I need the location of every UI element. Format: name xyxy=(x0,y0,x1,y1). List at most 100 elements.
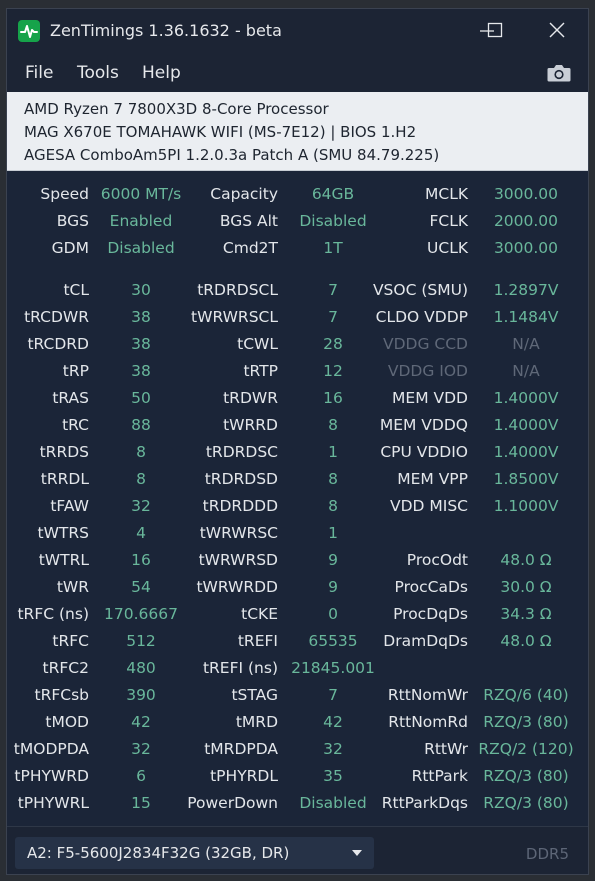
twr-value: 54 xyxy=(131,578,151,596)
trdwr-label: tRDWR xyxy=(223,389,278,407)
tphywrl-label: tPHYWRL xyxy=(17,794,89,812)
window-title: ZenTimings 1.36.1632 - beta xyxy=(50,21,282,40)
trrdl-value: 8 xyxy=(136,470,146,488)
mem-vdd-value: 1.4000V xyxy=(493,389,559,407)
tcl-value: 30 xyxy=(131,281,151,299)
twrwrsd-value: 9 xyxy=(328,551,338,569)
mem-vpp-value: 1.8500V xyxy=(493,470,559,488)
rttnomwr-label: RttNomWr xyxy=(387,686,468,704)
tcwl-label: tCWL xyxy=(237,335,278,353)
cpu-vddio-value: 1.4000V xyxy=(493,443,559,461)
cpu-name: AMD Ryzen 7 7800X3D 8-Core Processor xyxy=(24,100,329,118)
tcke-value: 0 xyxy=(328,605,338,623)
vdd-misc-value: 1.1000V xyxy=(493,497,559,515)
trfc-ns-label: tRFC (ns) xyxy=(17,605,89,623)
tstag-label: tSTAG xyxy=(231,686,278,704)
twrrd-label: tWRRD xyxy=(223,416,278,434)
rttpark-label: RttPark xyxy=(411,767,468,785)
tmodpda-value: 32 xyxy=(131,740,151,758)
twrrd-value: 8 xyxy=(328,416,338,434)
rttparkdqs-value: RZQ/3 (80) xyxy=(483,794,569,812)
cldo-vddp-label: CLDO VDDP xyxy=(375,308,468,326)
tphyrdl-label: tPHYRDL xyxy=(210,767,278,785)
tphywrd-value: 6 xyxy=(136,767,146,785)
camera-icon xyxy=(547,65,571,82)
trdrdscl-label: tRDRDSCL xyxy=(197,281,278,299)
mem-vpp-label: MEM VPP xyxy=(397,470,468,488)
tstag-value: 7 xyxy=(328,686,338,704)
rttwr-label: RttWr xyxy=(424,740,468,758)
bgs-alt-value: Disabled xyxy=(299,212,367,230)
maximize-icon xyxy=(487,22,503,38)
trdrddd-label: tRDRDDD xyxy=(202,497,278,515)
trefi-value: 65535 xyxy=(308,632,358,650)
trefi-ns-label: tREFI (ns) xyxy=(202,659,278,677)
trtp-value: 12 xyxy=(323,362,343,380)
tmrdpda-value: 32 xyxy=(323,740,343,758)
memory-type: DDR5 xyxy=(525,845,569,863)
mclk-value: 3000.00 xyxy=(493,185,559,203)
speed-value: 6000 MT/s xyxy=(100,185,182,203)
procodt-label: ProcOdt xyxy=(406,551,468,569)
rttpark-value: RZQ/3 (80) xyxy=(483,767,569,785)
agesa-version: AGESA ComboAm5PI 1.2.0.3a Patch A (SMU 8… xyxy=(24,146,440,164)
capacity-value: 64GB xyxy=(311,185,355,203)
tras-value: 50 xyxy=(131,389,151,407)
trcdrd-value: 38 xyxy=(131,335,151,353)
vddg-ccd-value: N/A xyxy=(512,335,540,353)
chevron-down-icon xyxy=(352,850,362,856)
trdrdsd-value: 8 xyxy=(328,470,338,488)
rttnomwr-value: RZQ/6 (40) xyxy=(483,686,569,704)
mem-vddq-label: MEM VDDQ xyxy=(379,416,468,434)
trdrddd-value: 8 xyxy=(328,497,338,515)
app-window: ZenTimings 1.36.1632 - beta File Tools H… xyxy=(6,8,589,875)
fclk-label: FCLK xyxy=(429,212,468,230)
twrwrsc-label: tWRWRSC xyxy=(199,524,278,542)
twrwrsd-label: tWRWRSD xyxy=(198,551,278,569)
title-bar[interactable]: ZenTimings 1.36.1632 - beta xyxy=(7,9,588,52)
timings-panel: Speed 6000 MT/s Capacity 64GB MCLK 3000.00 BGS… xyxy=(7,171,588,826)
trdrdsc-value: 1 xyxy=(328,443,338,461)
trcdwr-label: tRCDWR xyxy=(24,308,89,326)
trc-value: 88 xyxy=(131,416,151,434)
vddg-iod-value: N/A xyxy=(512,362,540,380)
twtrl-value: 16 xyxy=(131,551,151,569)
screenshot-button[interactable] xyxy=(546,62,572,84)
bgs-value: Enabled xyxy=(109,212,173,230)
mem-vddq-value: 1.4000V xyxy=(493,416,559,434)
trrds-value: 8 xyxy=(136,443,146,461)
menu-help[interactable]: Help xyxy=(142,63,181,83)
cmd2t-label: Cmd2T xyxy=(222,239,278,257)
vdd-misc-label: VDD MISC xyxy=(389,497,468,515)
cmd2t-value: 1T xyxy=(323,239,343,257)
maximize-button[interactable] xyxy=(464,9,526,52)
close-icon xyxy=(549,22,565,38)
vddg-ccd-label: VDDG CCD xyxy=(383,335,468,353)
menu-tools[interactable]: Tools xyxy=(77,63,119,83)
tmrdpda-label: tMRDPDA xyxy=(204,740,278,758)
proccads-label: ProcCaDs xyxy=(394,578,468,596)
rttparkdqs-label: RttParkDqs xyxy=(381,794,468,812)
close-button[interactable] xyxy=(526,9,588,52)
powerdown-label: PowerDown xyxy=(187,794,278,812)
vsoc-smu-value: 1.2897V xyxy=(493,281,559,299)
trdrdsd-label: tRDRDSD xyxy=(204,470,278,488)
tphywrl-value: 15 xyxy=(131,794,151,812)
tmod-value: 42 xyxy=(131,713,151,731)
vddg-iod-label: VDDG IOD xyxy=(387,362,468,380)
tmodpda-label: tMODPDA xyxy=(13,740,89,758)
dramdqds-label: DramDqDs xyxy=(383,632,468,650)
trfc-value: 512 xyxy=(126,632,156,650)
trefi-label: tREFI xyxy=(237,632,278,650)
tmrd-label: tMRD xyxy=(235,713,278,731)
menu-file[interactable]: File xyxy=(25,63,53,83)
powerdown-value: Disabled xyxy=(299,794,367,812)
tphyrdl-value: 35 xyxy=(323,767,343,785)
tfaw-value: 32 xyxy=(131,497,151,515)
dimm-select[interactable]: A2: F5-5600J2834F32G (32GB, DR) xyxy=(15,837,374,869)
trfc-ns-value: 170.6667 xyxy=(104,605,178,623)
twrwrsc-value: 1 xyxy=(328,524,338,542)
procodt-value: 48.0 Ω xyxy=(500,551,552,569)
trcdwr-value: 38 xyxy=(131,308,151,326)
menu-bar: File Tools Help xyxy=(7,52,588,92)
